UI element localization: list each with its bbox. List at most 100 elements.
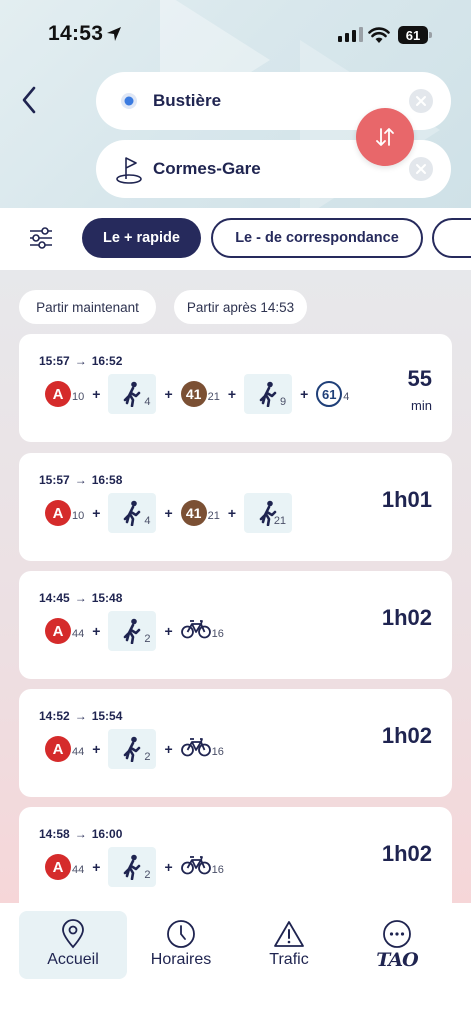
walk-icon: 2 <box>108 847 157 887</box>
leg-minutes: 2 <box>144 869 151 881</box>
depart-time: 14:45 <box>39 591 70 605</box>
battery-level: 61 <box>405 27 421 43</box>
itinerary-legs: A 44 +2 +16 <box>45 847 224 887</box>
destination-label: Cormes-Gare <box>153 159 261 178</box>
leg-minutes: 10 <box>72 510 85 522</box>
arrive-time: 16:52 <box>91 354 123 368</box>
itinerary-times: 15:57 → 16:52 <box>39 354 122 368</box>
wifi-icon <box>368 27 390 43</box>
plus-icon: + <box>92 741 101 757</box>
swap-button[interactable] <box>356 108 414 166</box>
leg-minutes: 16 <box>211 745 224 758</box>
leg-minutes: 4 <box>144 396 151 408</box>
bottom-nav: Accueil Horaires Trafic TAO <box>0 903 471 1023</box>
clock-icon <box>167 920 195 948</box>
depart-time: 14:58 <box>39 827 70 841</box>
status-time: 14:53 <box>48 22 104 45</box>
depart-time: 14:52 <box>39 709 70 723</box>
warning-icon <box>274 921 304 947</box>
bus-leg: 61 4 <box>316 381 349 407</box>
duration: 55 <box>407 366 432 391</box>
bus-line-badge: 61 <box>316 381 343 407</box>
walk-icon: 4 <box>108 374 157 414</box>
plus-icon: + <box>227 386 237 402</box>
header: 14:53 61 Bustière Cormes-Gare <box>0 0 471 208</box>
metro-leg: A 10 <box>45 500 84 526</box>
nav-more[interactable]: TAO <box>343 911 451 979</box>
bike-leg: 16 <box>180 855 224 880</box>
walk-icon: 9 <box>244 374 293 414</box>
leg-minutes: 4 <box>343 391 350 403</box>
leg-minutes: 44 <box>72 628 85 640</box>
metro-leg: A 44 <box>45 854 84 880</box>
arrow-icon: → <box>74 473 87 487</box>
clear-origin-icon[interactable] <box>409 89 433 113</box>
arrow-icon: → <box>74 591 87 605</box>
filter-bar: Le + rapide Le - de correspondance <box>0 208 471 270</box>
duration-unit: min <box>411 398 432 413</box>
duration: 1h02 <box>381 723 432 748</box>
itinerary-times: 15:57 → 16:58 <box>39 473 122 487</box>
status-bar: 14:53 61 <box>0 0 471 70</box>
itinerary-card[interactable]: 15:57 → 16:52 55 min A 10 +4 +41 21 +9 +61 4 <box>19 334 452 442</box>
itinerary-card[interactable]: 14:45 → 15:48 1h02 A 44 +2 +16 <box>19 571 452 679</box>
itinerary-times: 14:45 → 15:48 <box>39 591 122 605</box>
depart-now-chip[interactable]: Partir maintenant <box>19 290 156 324</box>
itinerary-legs: A 10 +4 +41 21 +9 +61 4 <box>45 374 349 414</box>
swap-arrows-icon <box>376 128 394 146</box>
plus-icon: + <box>227 505 237 521</box>
plus-icon: + <box>92 505 101 521</box>
walk-icon: 2 <box>108 729 157 769</box>
arrow-icon: → <box>74 827 87 841</box>
itinerary-legs: A 10 +4 +41 21 +21 <box>45 493 293 533</box>
plus-icon: + <box>164 859 173 875</box>
nav-home[interactable]: Accueil <box>19 911 127 979</box>
nav-traffic[interactable]: Trafic <box>235 911 343 979</box>
depart-time: 15:57 <box>39 354 70 368</box>
plus-icon: + <box>92 623 101 639</box>
plus-icon: + <box>92 386 101 402</box>
metro-leg: A 44 <box>45 736 84 762</box>
more-icon <box>383 920 411 948</box>
metro-leg: A 44 <box>45 618 84 644</box>
walk-leg: 4 <box>108 493 157 533</box>
bike-icon <box>180 737 211 762</box>
depart-after-chip[interactable]: Partir après 14:53 <box>174 290 307 324</box>
leg-minutes: 16 <box>211 863 224 876</box>
itinerary-legs: A 44 +2 +16 <box>45 611 224 651</box>
nav-home-label: Accueil <box>47 951 99 968</box>
leg-minutes: 21 <box>273 515 287 527</box>
itinerary-times: 14:58 → 16:00 <box>39 827 122 841</box>
itinerary-card[interactable]: 15:57 → 16:58 1h01 A 10 +4 +41 21 +21 <box>19 453 452 561</box>
bus-leg: 41 21 <box>180 500 220 526</box>
metro-line-badge: A <box>45 736 71 762</box>
itinerary-card[interactable]: 14:58 → 16:00 1h02 A 44 +2 +16 <box>19 807 452 910</box>
metro-line-badge: A <box>45 618 71 644</box>
tao-logo: TAO <box>376 949 418 971</box>
itinerary-legs: A 44 +2 +16 <box>45 729 224 769</box>
nav-schedules[interactable]: Horaires <box>127 911 235 979</box>
plus-icon: + <box>164 623 173 639</box>
bike-leg: 16 <box>180 619 224 644</box>
clear-destination-icon[interactable] <box>409 157 433 181</box>
plus-icon: + <box>92 859 101 875</box>
leg-minutes: 2 <box>144 633 151 645</box>
back-icon[interactable] <box>16 82 44 118</box>
leg-minutes: 4 <box>144 515 151 527</box>
filter-fewest-transfers-chip[interactable]: Le - de correspondance <box>211 218 423 258</box>
filter-fastest-chip[interactable]: Le + rapide <box>82 218 201 258</box>
bike-leg: 16 <box>180 737 224 762</box>
destination-flag-icon <box>114 154 144 184</box>
battery-icon: 61 <box>398 26 428 44</box>
itinerary-card[interactable]: 14:52 → 15:54 1h02 A 44 +2 +16 <box>19 689 452 797</box>
bus-leg: 41 21 <box>180 381 220 407</box>
walk-leg: 21 <box>244 493 293 533</box>
duration: 1h02 <box>381 841 432 866</box>
filter-settings-icon[interactable] <box>28 226 54 250</box>
battery-cap <box>429 32 432 38</box>
arrive-time: 16:58 <box>91 473 123 487</box>
metro-line-badge: A <box>45 381 71 407</box>
leg-minutes: 44 <box>72 746 85 758</box>
filter-more-chip[interactable] <box>432 218 471 258</box>
leg-minutes: 16 <box>211 627 224 640</box>
